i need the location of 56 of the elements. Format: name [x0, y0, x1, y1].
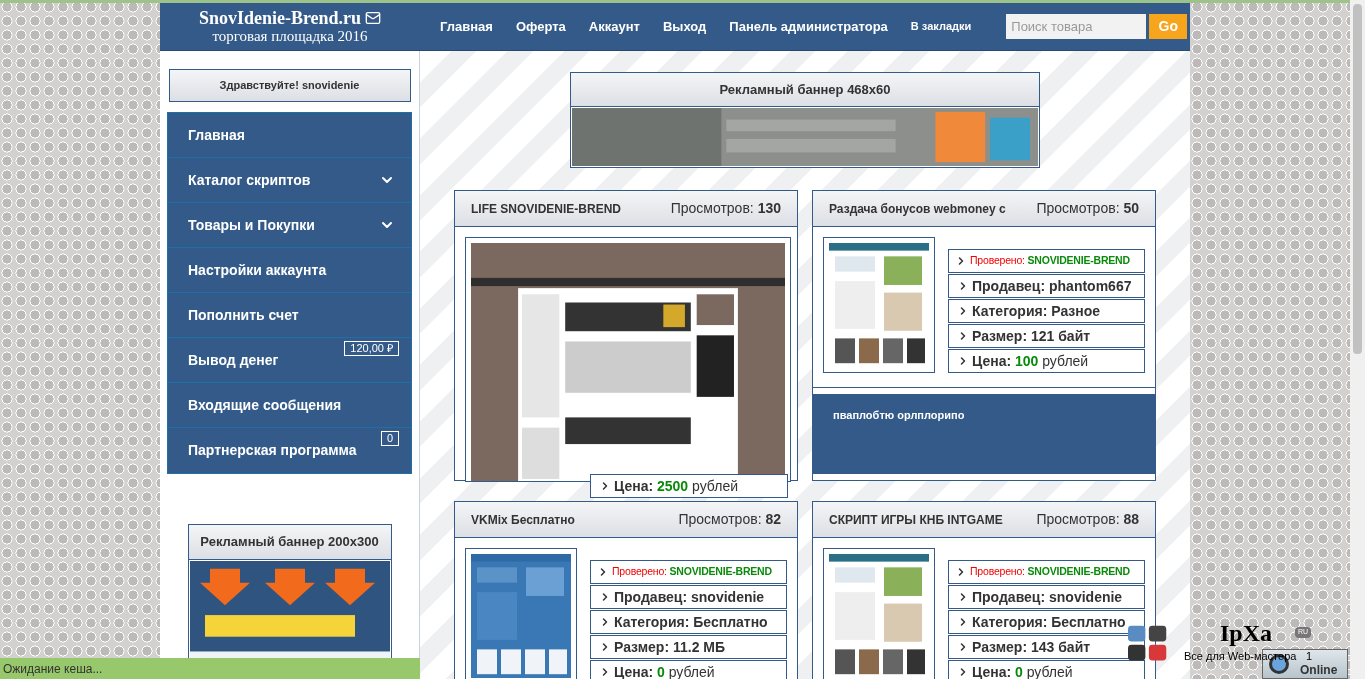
squares-icon[interactable]	[1128, 625, 1168, 663]
menu-item[interactable]: Главная	[168, 113, 411, 158]
info-row: Цена: 100 рублей	[948, 349, 1145, 373]
banner-header: Рекламный баннер 200x300	[188, 525, 391, 560]
envelope-icon[interactable]	[365, 10, 382, 26]
thumbnail-frame[interactable]	[823, 237, 935, 373]
status-bar: Ожидание кеша...	[0, 658, 420, 679]
count-badge: 120,00 ₽	[344, 341, 399, 356]
info-row: Продавец: phantom667	[948, 274, 1145, 298]
online-count: 1	[1306, 651, 1313, 662]
info-row: Проверено: SNOVIDENIE-BREND	[590, 560, 787, 584]
site-subtitle: торговая площадка 2016	[212, 29, 368, 44]
widget-logo[interactable]: IpXa	[1220, 621, 1273, 645]
note-text: пваплобтю орлплорипо	[833, 409, 965, 421]
menu-item[interactable]: Входящие сообщения	[168, 383, 411, 428]
views-count: Просмотров: 88	[1036, 510, 1139, 529]
product-title[interactable]: LIFE SNOVIDENIE-BREND	[471, 199, 621, 218]
menu-item[interactable]: Товары и Покупки	[168, 203, 411, 248]
info-row: Цена: 0 рублей	[948, 660, 1145, 679]
info-row: Размер: 121 байт	[948, 324, 1145, 348]
info-row: Цена: 0 рублей	[590, 660, 787, 679]
info-row: Продавец: snovidenie	[590, 585, 787, 609]
views-count: Просмотров: 82	[678, 510, 781, 529]
info-row: Категория: Бесплатно	[948, 610, 1145, 634]
menu-item[interactable]: Партнерская программа 0	[168, 428, 411, 473]
product-title[interactable]: VKMix Бесплатно	[471, 510, 575, 529]
info-row: Категория: Бесплатно	[590, 610, 787, 634]
info-row: Проверено: SNOVIDENIE-BREND	[948, 249, 1145, 273]
info-row: Продавец: snovidenie	[948, 585, 1145, 609]
greeting-box: Здравствуйте! snovidenie	[168, 69, 411, 102]
nav-link[interactable]: В закладки	[910, 18, 972, 35]
menu-item[interactable]: Каталог скриптов	[168, 158, 411, 203]
search-field[interactable]: Поиск товара	[1006, 14, 1147, 39]
online-status: Online	[1300, 664, 1338, 676]
thumbnail-frame[interactable]	[823, 548, 935, 679]
menu-item[interactable]: Пополнить счет	[168, 293, 411, 338]
count-badge: 0	[380, 431, 399, 446]
product-title[interactable]: СКРИПТ ИГРЫ КНБ INTGAME	[829, 510, 1003, 529]
menu-item[interactable]: Вывод денег 120,00 ₽	[168, 338, 411, 383]
nav-link[interactable]: Аккаунт	[588, 16, 640, 37]
banner-header: Рекламный баннер 468x60	[571, 73, 1039, 107]
menu-item[interactable]: Настройки аккаунта	[168, 248, 411, 293]
product-title[interactable]: Раздача бонусов webmoney с	[829, 199, 1006, 218]
views-count: Просмотров: 130	[670, 199, 781, 218]
info-row: Проверено: SNOVIDENIE-BREND	[948, 560, 1145, 584]
nav-link[interactable]: Оферта	[515, 16, 566, 37]
nav-link[interactable]: Выход	[662, 16, 707, 37]
thumbnail-frame[interactable]	[465, 548, 577, 679]
widget-tagline: Все для Web-мастера	[1184, 651, 1297, 662]
nav-link[interactable]: Главная	[440, 16, 493, 37]
views-count: Просмотров: 50	[1036, 199, 1139, 218]
info-row: Категория: Разное	[948, 299, 1145, 323]
info-row: Размер: 11.2 МБ	[590, 635, 787, 659]
info-row: Цена: 2500 рублей	[590, 474, 788, 498]
nav-link[interactable]: Панель администратора	[729, 16, 888, 37]
site-logo[interactable]: SnovIdenie-Brend.ru	[198, 9, 362, 27]
